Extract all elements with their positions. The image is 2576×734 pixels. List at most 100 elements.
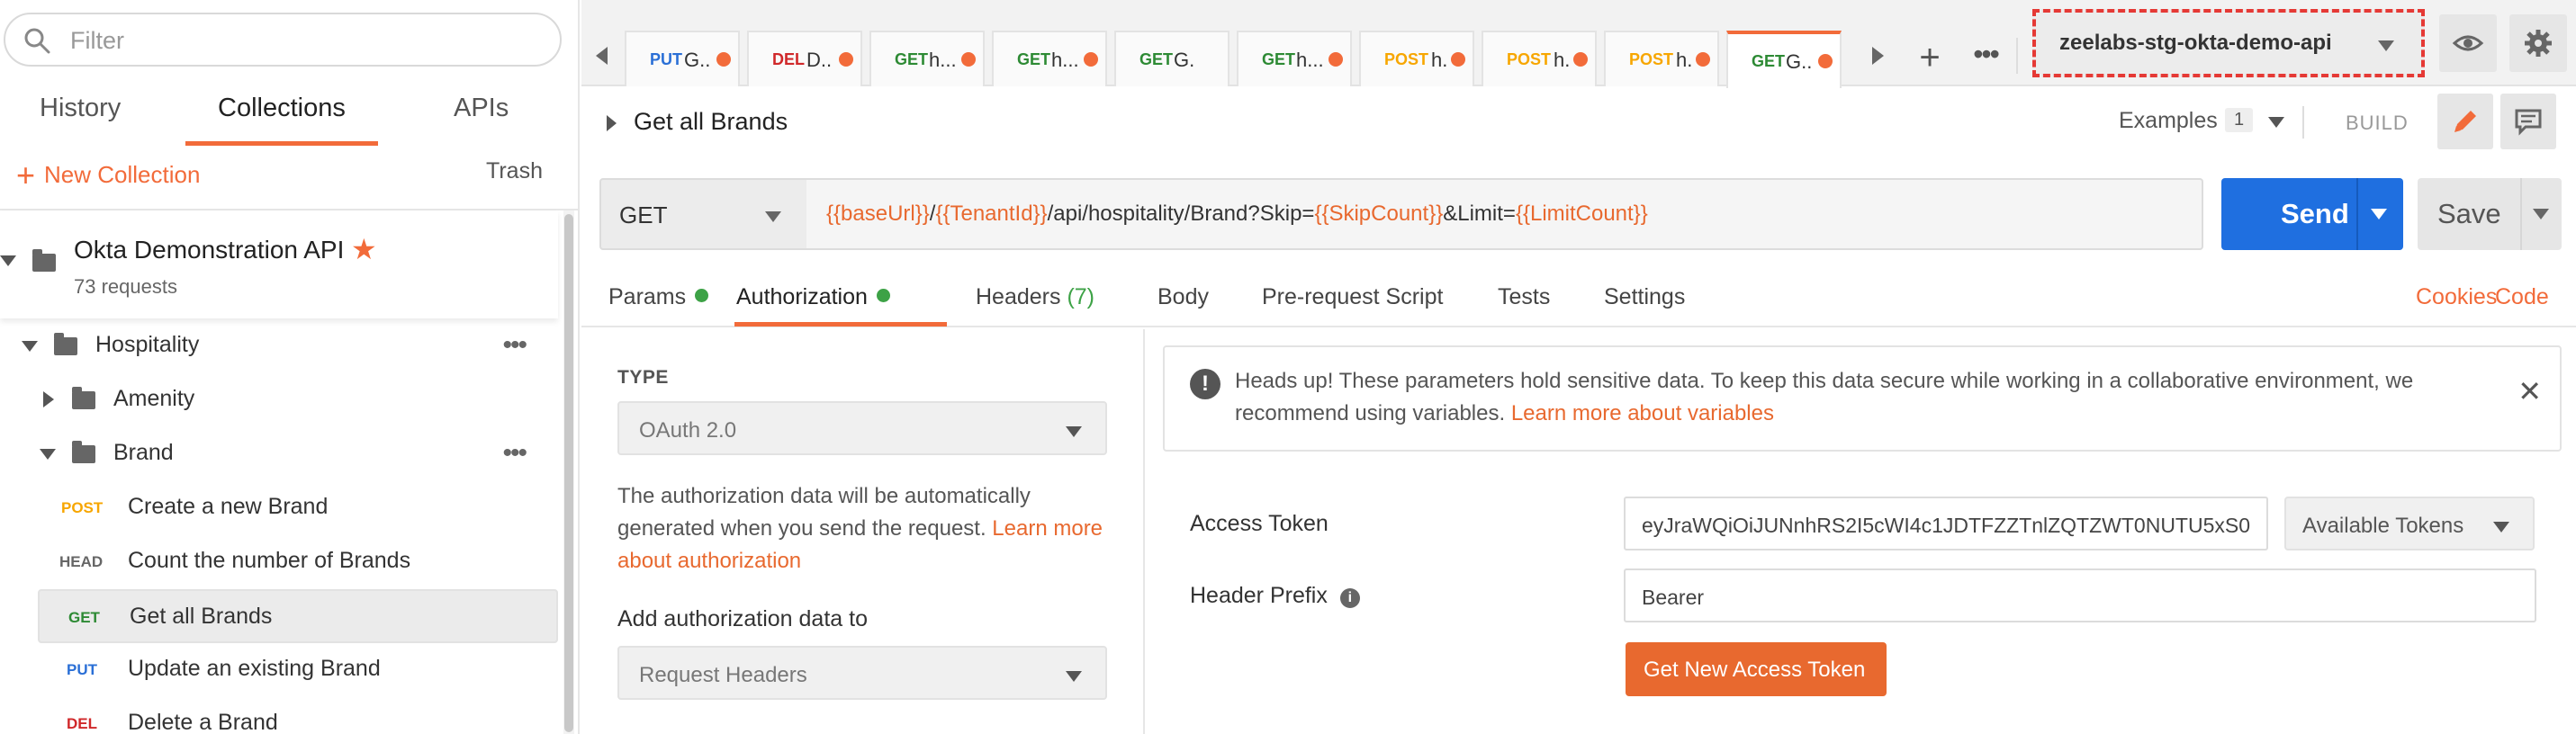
filter-input[interactable] — [70, 23, 538, 58]
header-prefix-field[interactable]: Bearer — [1624, 568, 2536, 622]
url-input[interactable]: {{baseUrl}}/{{TenantId}}/api/hospitality… — [806, 178, 2203, 250]
url-variable: {{LimitCount}} — [1515, 201, 1648, 226]
headers-count: (7) — [1067, 284, 1095, 309]
access-token-field[interactable]: eyJraWQiOiJUNnhRS2I5cWI4c1JDTFZZTnlZQTZW… — [1624, 497, 2268, 550]
request-row[interactable]: HEAD Count the number of Brands — [0, 535, 558, 587]
request-tab[interactable]: GET G.. — [1726, 31, 1842, 88]
request-tab[interactable]: GET h... — [869, 31, 985, 86]
new-tab-button[interactable]: + — [1906, 36, 1953, 83]
build-mode-label[interactable]: BUILD — [2346, 112, 2409, 135]
request-tab[interactable]: POST h. — [1482, 31, 1597, 86]
folder-icon — [72, 387, 95, 409]
request-tab[interactable]: POST h. — [1604, 31, 1719, 86]
collection-name: Okta Demonstration API — [74, 236, 345, 264]
collection-header[interactable]: Okta Demonstration API ★ 73 requests — [0, 210, 558, 318]
request-tab[interactable]: GET h... — [1237, 31, 1352, 86]
method-badge: POST — [61, 499, 104, 516]
unsaved-changes-dot — [1818, 54, 1833, 68]
tab-history[interactable]: History — [40, 94, 121, 146]
request-row-selected[interactable]: GET Get all Brands — [38, 589, 558, 643]
request-tab[interactable]: DEL D.. — [747, 31, 862, 86]
method-badge: POST — [1507, 50, 1552, 68]
send-options-chevron-icon[interactable] — [2371, 209, 2387, 219]
method-badge: HEAD — [59, 553, 104, 570]
header-prefix-row: Header Prefix i — [1190, 583, 1360, 609]
request-row[interactable]: DEL Delete a Brand — [0, 697, 558, 734]
cookies-link[interactable]: Cookies — [2416, 284, 2497, 310]
tab-collections[interactable]: Collections — [185, 94, 378, 146]
close-icon[interactable]: ✕ — [2517, 374, 2542, 408]
caret-right-icon[interactable] — [43, 391, 54, 407]
url-text: {{baseUrl}}/{{TenantId}}/api/hospitality… — [826, 201, 1648, 227]
info-icon[interactable]: i — [1339, 588, 1360, 608]
environment-quick-look-button[interactable] — [2439, 14, 2497, 72]
caret-down-icon[interactable] — [0, 255, 16, 266]
type-label: TYPE — [617, 367, 669, 388]
url-variable: {{TenantId}} — [935, 201, 1048, 226]
request-label: Create a new Brand — [128, 494, 329, 519]
learn-more-variables-link[interactable]: Learn more about variables — [1511, 401, 1774, 425]
environment-selector[interactable]: zeelabs-stg-okta-demo-api — [2032, 9, 2425, 77]
request-name[interactable]: Get all Brands — [634, 108, 788, 136]
chevron-down-icon[interactable] — [2268, 117, 2284, 128]
method-select[interactable]: GET — [599, 178, 808, 250]
scroll-right-icon[interactable] — [1872, 47, 1884, 65]
caret-down-icon[interactable] — [22, 341, 38, 352]
method-badge: GET — [1139, 50, 1174, 68]
postman-window: History Collections APIs + New Collection… — [0, 0, 2576, 734]
request-row[interactable]: POST Create a new Brand — [0, 481, 558, 533]
caret-right-icon[interactable] — [607, 115, 617, 131]
examples-button[interactable]: Examples — [2119, 108, 2218, 134]
tab-body[interactable]: Body — [1157, 284, 1209, 310]
star-icon[interactable]: ★ — [351, 232, 377, 266]
request-tab[interactable]: GET G. — [1114, 31, 1229, 86]
more-options-icon[interactable]: ••• — [502, 438, 527, 469]
edit-button[interactable] — [2437, 94, 2493, 149]
examples-count-badge: 1 — [2225, 108, 2254, 132]
manage-environments-button[interactable] — [2509, 14, 2567, 72]
tab-params[interactable]: Params — [608, 284, 709, 310]
more-tabs-button[interactable]: ••• — [1962, 36, 2009, 83]
method-badge: DEL — [772, 50, 805, 68]
scroll-left-icon[interactable] — [596, 47, 608, 65]
chevron-down-icon — [765, 211, 781, 222]
sidebar-scrollbar[interactable] — [563, 210, 574, 734]
tab-headers[interactable]: Headers (7) — [976, 284, 1094, 310]
caret-down-icon[interactable] — [40, 449, 56, 460]
trash-button[interactable]: Trash — [486, 158, 543, 184]
save-options-chevron-icon[interactable] — [2533, 209, 2549, 219]
request-name-bar: Get all Brands Examples 1 BUILD — [581, 88, 2576, 157]
auth-type-select[interactable]: OAuth 2.0 — [617, 401, 1107, 455]
request-section-tabs: Params Authorization Headers (7) Body Pr… — [581, 270, 2576, 327]
collection-request-count: 73 requests — [74, 275, 177, 298]
tab-settings[interactable]: Settings — [1604, 284, 1685, 310]
scrollbar-thumb[interactable] — [564, 214, 573, 732]
new-collection-button[interactable]: + New Collection — [16, 157, 200, 194]
more-options-icon[interactable]: ••• — [502, 330, 527, 361]
available-tokens-label: Available Tokens — [2302, 514, 2464, 538]
tab-prerequest-script[interactable]: Pre-request Script — [1262, 284, 1443, 310]
tab-apis[interactable]: APIs — [454, 94, 509, 146]
divider — [2356, 178, 2358, 250]
request-tab[interactable]: POST h. — [1359, 31, 1474, 86]
add-auth-to-select[interactable]: Request Headers — [617, 646, 1107, 700]
folder-row-brand[interactable]: Brand ••• — [0, 427, 558, 479]
request-row[interactable]: PUT Update an existing Brand — [0, 643, 558, 695]
request-tab[interactable]: GET h... — [992, 31, 1107, 86]
comment-icon — [2515, 109, 2542, 136]
code-link[interactable]: Code — [2495, 284, 2549, 310]
save-button[interactable]: Save — [2418, 178, 2562, 250]
get-new-access-token-button[interactable]: Get New Access Token — [1626, 642, 1887, 696]
request-tab[interactable]: PUT G.. — [625, 31, 740, 86]
comments-button[interactable] — [2500, 94, 2556, 149]
folder-row-hospitality[interactable]: Hospitality ••• — [0, 319, 558, 371]
active-tab-indicator — [734, 322, 947, 327]
divider — [2016, 38, 2018, 74]
request-tab-title: h... — [929, 49, 957, 71]
tab-authorization[interactable]: Authorization — [736, 284, 890, 310]
filter-box[interactable] — [4, 13, 562, 67]
tab-tests[interactable]: Tests — [1498, 284, 1550, 310]
folder-row-amenity[interactable]: Amenity — [0, 373, 558, 425]
send-button[interactable]: Send — [2221, 178, 2403, 250]
available-tokens-select[interactable]: Available Tokens — [2284, 497, 2535, 550]
